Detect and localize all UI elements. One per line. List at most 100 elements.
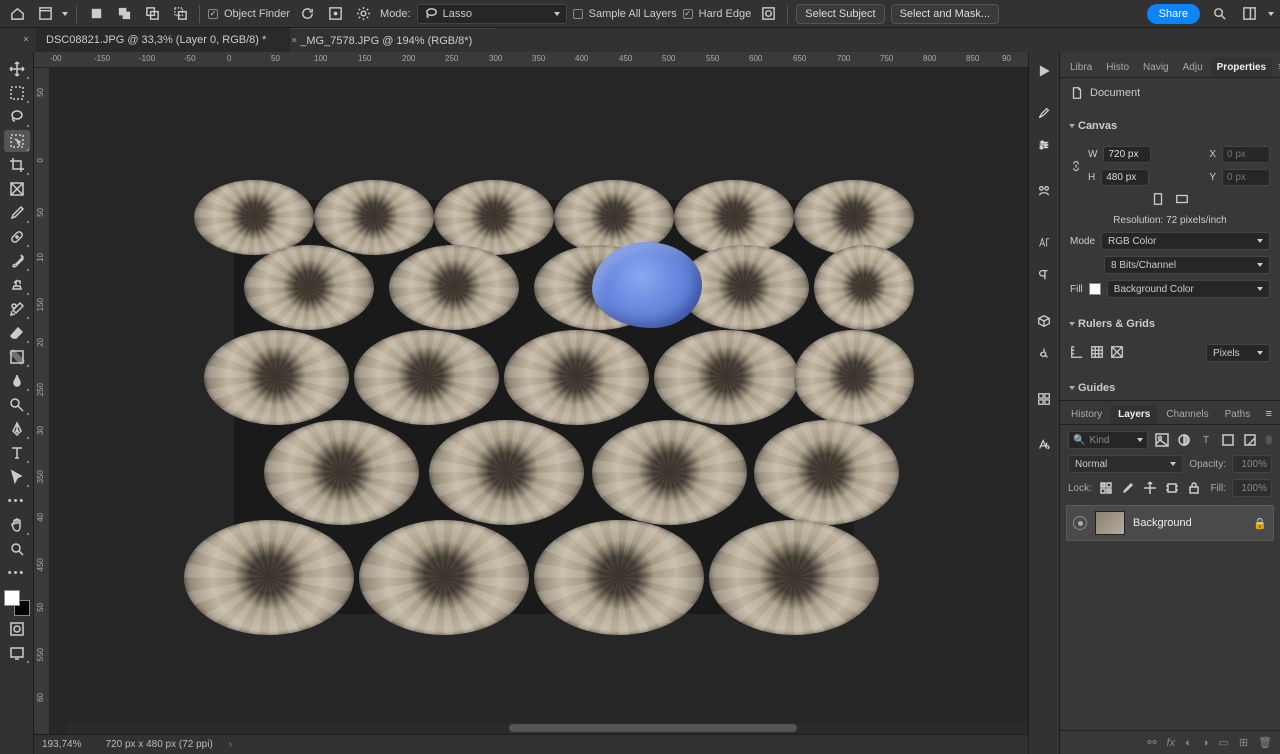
lock-position-icon[interactable] bbox=[1142, 480, 1158, 496]
filter-smart-icon[interactable] bbox=[1242, 432, 1258, 448]
lock-icon[interactable]: 🔒 bbox=[1253, 517, 1267, 530]
move-tool[interactable] bbox=[4, 58, 30, 80]
subtract-selection-icon[interactable] bbox=[85, 3, 107, 25]
layer-filter-kind[interactable]: 🔍Kind bbox=[1068, 431, 1148, 449]
panel-menu-icon[interactable]: ≡ bbox=[1274, 57, 1280, 77]
new-layer-icon[interactable]: ⊞ bbox=[1239, 736, 1248, 749]
type-styles-icon[interactable] bbox=[1033, 434, 1055, 456]
orientation-portrait-icon[interactable] bbox=[1151, 192, 1165, 209]
dodge-tool[interactable] bbox=[4, 394, 30, 416]
panel-menu-icon[interactable]: ≡ bbox=[1262, 404, 1276, 424]
height-field[interactable] bbox=[1101, 169, 1149, 186]
eraser-tool[interactable] bbox=[4, 322, 30, 344]
tab-history[interactable]: History bbox=[1064, 405, 1109, 424]
tab-histogram[interactable]: Histo bbox=[1100, 58, 1135, 77]
filter-type-icon[interactable]: T bbox=[1198, 432, 1214, 448]
adjustments-panel-icon[interactable] bbox=[1033, 134, 1055, 156]
tab-properties[interactable]: Properties bbox=[1211, 58, 1272, 77]
fill-swatch[interactable] bbox=[1089, 283, 1101, 295]
select-subject-button[interactable]: Select Subject bbox=[796, 4, 884, 24]
bit-depth-select[interactable]: 8 Bits/Channel bbox=[1104, 256, 1270, 274]
home-icon[interactable] bbox=[6, 3, 28, 25]
lasso-tool[interactable] bbox=[4, 106, 30, 128]
paragraph-panel-icon[interactable] bbox=[1033, 264, 1055, 286]
lock-pixels-icon[interactable] bbox=[1098, 480, 1114, 496]
blend-mode-select[interactable]: Normal bbox=[1068, 455, 1183, 473]
clone-stamp-tool[interactable] bbox=[4, 274, 30, 296]
ruler-edge-icon[interactable] bbox=[1070, 345, 1084, 362]
comments-panel-icon[interactable] bbox=[1033, 180, 1055, 202]
gear-icon[interactable] bbox=[352, 3, 374, 25]
fx-icon[interactable]: fx bbox=[1167, 737, 1176, 749]
background-color-select[interactable]: Background Color bbox=[1107, 280, 1270, 298]
more-tools[interactable]: ••• bbox=[4, 490, 30, 512]
document-tab-0[interactable]: ×DSC08821.JPG @ 33,3% (Layer 0, RGB/8) * bbox=[36, 28, 290, 52]
link-layers-icon[interactable]: ⚯ bbox=[1147, 736, 1156, 749]
refresh-icon[interactable] bbox=[296, 3, 318, 25]
more-dots[interactable]: ••• bbox=[4, 562, 30, 584]
opacity-field[interactable] bbox=[1232, 455, 1272, 473]
lock-all-icon[interactable] bbox=[1186, 480, 1202, 496]
sample-all-check[interactable] bbox=[573, 9, 583, 19]
lock-artboard-icon[interactable] bbox=[1164, 480, 1180, 496]
object-finder-check[interactable] bbox=[208, 9, 218, 19]
delete-icon[interactable]: 🗑 bbox=[1258, 736, 1272, 749]
ruler-vertical[interactable]: 50 0 50 10 150 20 250 30 350 40 450 50 5… bbox=[34, 68, 50, 734]
eyedropper-tool[interactable] bbox=[4, 202, 30, 224]
type-tool[interactable] bbox=[4, 442, 30, 464]
color-swatches[interactable] bbox=[4, 590, 30, 616]
hand-tool[interactable] bbox=[4, 514, 30, 536]
glyphs-panel-icon[interactable] bbox=[1033, 342, 1055, 364]
pixel-grid-icon[interactable] bbox=[1110, 345, 1124, 362]
quick-mask-icon[interactable] bbox=[4, 618, 30, 640]
section-rulers[interactable]: Rulers & Grids bbox=[1060, 312, 1280, 336]
filter-shape-icon[interactable] bbox=[1220, 432, 1236, 448]
close-icon[interactable]: × bbox=[288, 35, 300, 46]
paint-bucket-tool[interactable] bbox=[4, 370, 30, 392]
horizontal-scrollbar[interactable] bbox=[66, 722, 1028, 734]
close-icon[interactable]: × bbox=[20, 35, 32, 46]
chevron-right-icon[interactable]: › bbox=[229, 739, 232, 750]
section-canvas[interactable]: Canvas bbox=[1060, 114, 1280, 138]
mask-icon[interactable] bbox=[757, 3, 779, 25]
select-mask-button[interactable]: Select and Mask... bbox=[891, 4, 1000, 24]
adjustment-layer-icon[interactable]: ◑ bbox=[1202, 737, 1209, 749]
frame-tool[interactable] bbox=[4, 178, 30, 200]
gradient-tool[interactable] bbox=[4, 346, 30, 368]
mask-icon[interactable]: ◐ bbox=[1185, 737, 1192, 749]
document-tab-1[interactable]: ×_MG_7578.JPG @ 194% (RGB/8*) bbox=[290, 28, 496, 52]
lock-brush-icon[interactable] bbox=[1120, 480, 1136, 496]
chevron-down-icon[interactable] bbox=[62, 12, 68, 16]
filter-adjust-icon[interactable] bbox=[1176, 432, 1192, 448]
path-selection-tool[interactable] bbox=[4, 466, 30, 488]
fill-field[interactable] bbox=[1232, 479, 1272, 497]
filter-image-icon[interactable] bbox=[1154, 432, 1170, 448]
layer-item-background[interactable]: Background 🔒 bbox=[1066, 505, 1274, 541]
zoom-tool[interactable] bbox=[4, 538, 30, 560]
tab-layers[interactable]: Layers bbox=[1111, 405, 1157, 424]
marquee-tool[interactable] bbox=[4, 82, 30, 104]
healing-tool[interactable] bbox=[4, 226, 30, 248]
visibility-icon[interactable] bbox=[1073, 516, 1087, 530]
chevron-down-icon[interactable] bbox=[1268, 12, 1274, 16]
character-panel-icon[interactable] bbox=[1033, 232, 1055, 254]
section-guides[interactable]: Guides bbox=[1060, 376, 1280, 400]
mode-select[interactable]: Lasso bbox=[417, 4, 567, 24]
tab-adjustments[interactable]: Adju bbox=[1177, 58, 1209, 77]
overlay-icon[interactable] bbox=[324, 3, 346, 25]
brush-panel-icon[interactable] bbox=[1033, 102, 1055, 124]
group-icon[interactable]: ▭ bbox=[1218, 736, 1228, 749]
play-icon[interactable] bbox=[1033, 60, 1055, 82]
width-field[interactable] bbox=[1103, 146, 1151, 163]
workspace-icon[interactable] bbox=[1238, 3, 1260, 25]
brush-tool[interactable] bbox=[4, 250, 30, 272]
units-select[interactable]: Pixels bbox=[1206, 344, 1270, 362]
grid-icon[interactable] bbox=[1090, 345, 1104, 362]
pen-tool[interactable] bbox=[4, 418, 30, 440]
link-icon[interactable] bbox=[1070, 156, 1082, 176]
intersect-selection-icon[interactable] bbox=[141, 3, 163, 25]
ruler-horizontal[interactable]: -00 -150 -100 -50 0 50 100 150 200 250 3… bbox=[34, 52, 1028, 68]
viewport[interactable] bbox=[50, 68, 1028, 734]
tab-paths[interactable]: Paths bbox=[1218, 405, 1258, 424]
app-frame-icon[interactable] bbox=[34, 3, 56, 25]
